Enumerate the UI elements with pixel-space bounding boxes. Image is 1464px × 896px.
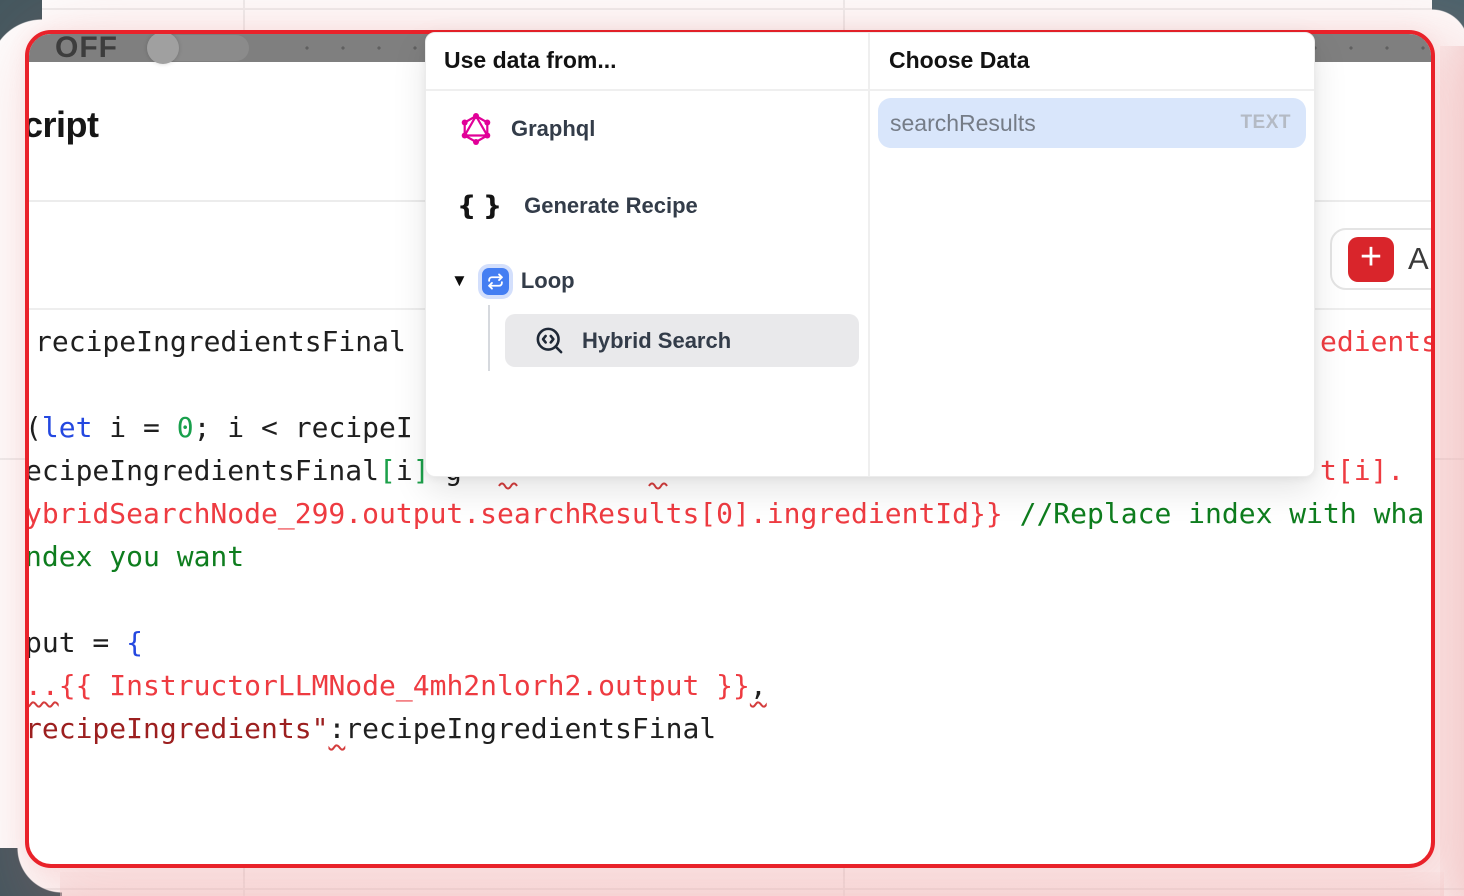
node-canvas: OFF cript + A recipeIngredientsFinaledie… bbox=[0, 0, 1464, 896]
source-item-label: Graphql bbox=[511, 116, 595, 142]
popover-column-divider bbox=[868, 33, 870, 476]
source-item-label: Generate Recipe bbox=[524, 193, 698, 219]
tree-indent-line bbox=[488, 305, 490, 371]
code-line[interactable]: edients bbox=[1320, 320, 1435, 363]
code-line[interactable]: ndex you want bbox=[25, 535, 244, 578]
data-item-type-badge: TEXT bbox=[1240, 112, 1291, 134]
source-item-loop[interactable]: ▼ Loop bbox=[451, 261, 575, 301]
source-item-hybrid-search[interactable]: Hybrid Search bbox=[505, 314, 859, 367]
use-data-from-header: Use data from... bbox=[444, 47, 617, 74]
code-line[interactable]: ..{{ InstructorLLMNode_4mh2nlorh2.output… bbox=[25, 664, 767, 707]
data-item-name: searchResults bbox=[890, 110, 1036, 137]
search-code-icon bbox=[534, 325, 565, 356]
code-line[interactable]: ecipeIngredientsFinal[i] bbox=[25, 449, 430, 492]
source-item-label: Hybrid Search bbox=[582, 328, 731, 354]
code-line[interactable]: t[i]. bbox=[1320, 449, 1404, 492]
canvas-gridline bbox=[0, 8, 1464, 10]
selection-glow bbox=[60, 872, 1444, 896]
selection-glow bbox=[1440, 46, 1464, 896]
popover-header-divider bbox=[426, 89, 1314, 91]
source-item-generate-recipe[interactable]: { } Generate Recipe bbox=[457, 186, 698, 226]
code-line[interactable]: (let i = 0; i < recipeI bbox=[25, 406, 413, 449]
code-line[interactable]: recipeIngredientsFinal bbox=[35, 320, 406, 363]
braces-icon: { } bbox=[457, 191, 504, 222]
code-line[interactable]: put = { bbox=[25, 621, 143, 664]
error-squiggle bbox=[498, 481, 524, 490]
code-line[interactable]: recipeIngredients":recipeIngredientsFina… bbox=[25, 707, 716, 750]
background-node-corner bbox=[1432, 0, 1464, 46]
loop-icon bbox=[482, 268, 509, 295]
choose-data-header: Choose Data bbox=[889, 47, 1030, 74]
chevron-down-expander[interactable]: ▼ bbox=[451, 271, 468, 291]
source-item-graphql[interactable]: Graphql bbox=[459, 109, 595, 149]
graphql-icon bbox=[459, 112, 493, 146]
error-squiggle bbox=[648, 481, 674, 490]
code-line[interactable]: ybridSearchNode_299.output.searchResults… bbox=[25, 492, 1424, 535]
data-picker-popover: Use data from... Choose Data Graphql { }… bbox=[425, 32, 1315, 477]
data-item-searchresults[interactable]: searchResults TEXT bbox=[878, 98, 1306, 148]
source-item-label: Loop bbox=[521, 268, 575, 294]
